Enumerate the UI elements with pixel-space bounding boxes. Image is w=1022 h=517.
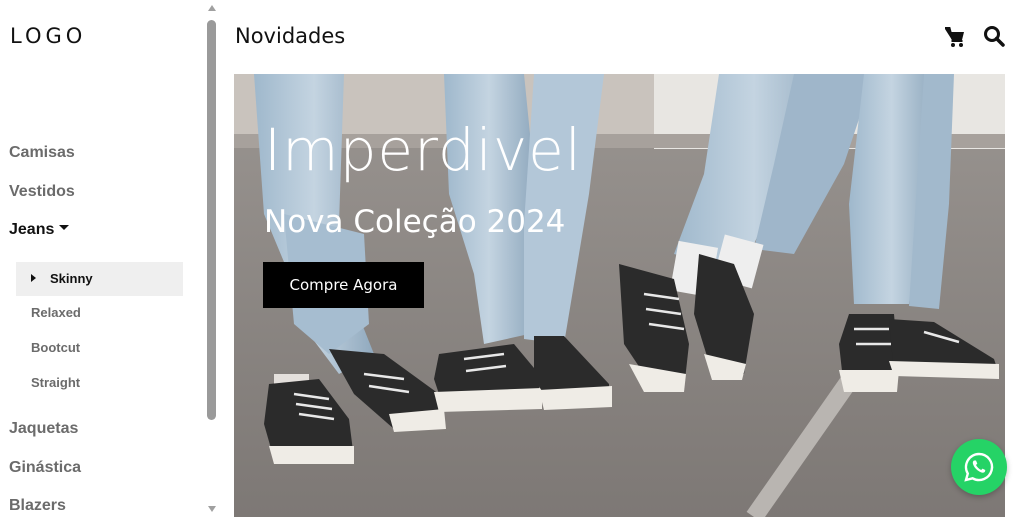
submenu-item-label: Skinny: [50, 271, 93, 286]
sidebar-item-camisas[interactable]: Camisas: [9, 144, 75, 162]
scroll-up-arrow-icon[interactable]: [208, 5, 216, 11]
sidebar-item-label: Jeans: [9, 221, 55, 238]
search-icon[interactable]: [983, 25, 1005, 47]
submenu-item-bootcut[interactable]: Bootcut: [31, 340, 80, 355]
caret-down-icon: [59, 225, 70, 231]
submenu-item-straight[interactable]: Straight: [31, 375, 80, 390]
scroll-thumb[interactable]: [207, 20, 216, 420]
shop-now-button[interactable]: Compre Agora: [263, 262, 424, 308]
sidebar-item-ginastica[interactable]: Ginástica: [9, 459, 81, 477]
sidebar-scrollbar[interactable]: [205, 0, 219, 517]
hero-title: Imperdivel: [264, 116, 582, 184]
whatsapp-icon: [964, 452, 994, 482]
sidebar-item-jeans[interactable]: Jeans: [9, 221, 70, 239]
sidebar-item-vestidos[interactable]: Vestidos: [9, 183, 75, 201]
submenu-item-relaxed[interactable]: Relaxed: [31, 305, 81, 320]
whatsapp-button[interactable]: [951, 439, 1007, 495]
sidebar: LOGO Camisas Vestidos Jeans Skinny Relax…: [0, 0, 206, 517]
submenu-item-skinny[interactable]: Skinny: [16, 262, 183, 296]
cart-icon[interactable]: [944, 26, 966, 48]
sidebar-item-blazers[interactable]: Blazers: [9, 497, 66, 515]
caret-right-icon: [31, 274, 36, 282]
scroll-down-arrow-icon[interactable]: [208, 506, 216, 512]
sidebar-item-jaquetas[interactable]: Jaquetas: [9, 420, 78, 438]
hero-subtitle: Nova Coleção 2024: [264, 204, 566, 240]
hero-banner: Imperdivel Nova Coleção 2024 Compre Agor…: [234, 74, 1005, 517]
logo[interactable]: LOGO: [10, 24, 86, 48]
page-title: Novidades: [235, 24, 346, 48]
